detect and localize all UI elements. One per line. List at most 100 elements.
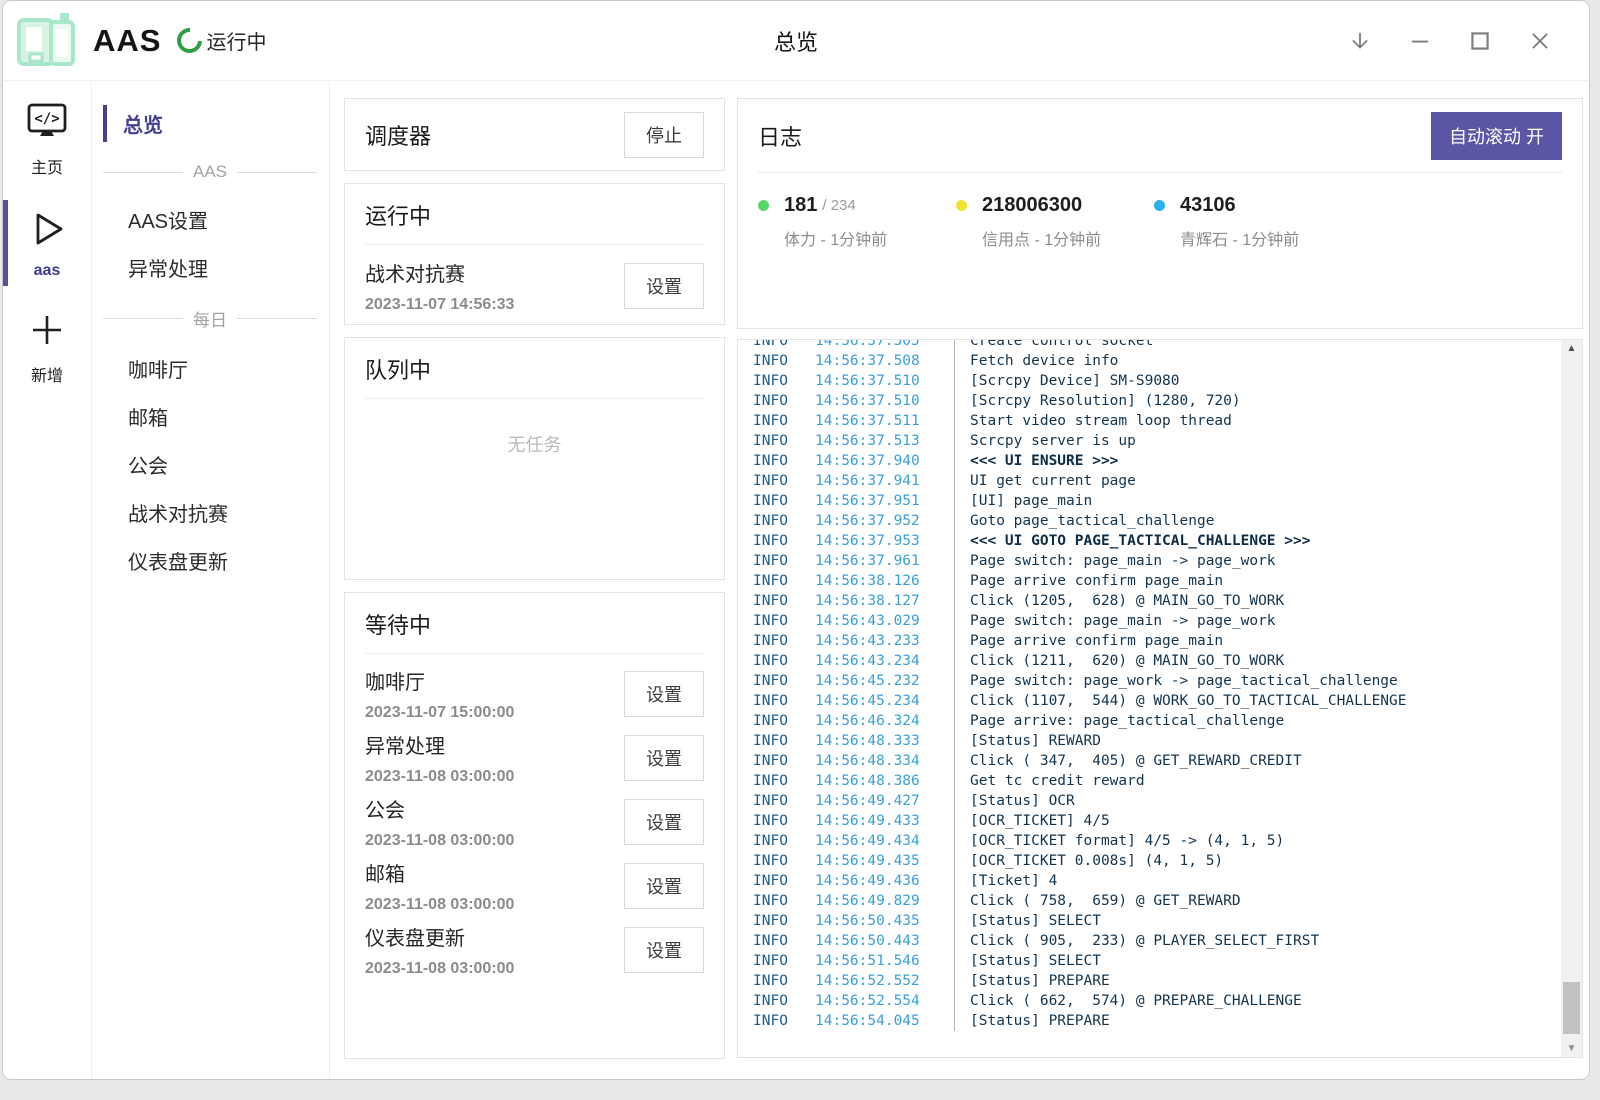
log-timestamp: 14:56:37.510 <box>815 391 941 411</box>
waiting-task-time: 2023-11-08 03:00:00 <box>365 832 514 850</box>
scroll-down-icon[interactable]: ▼ <box>1561 1043 1582 1054</box>
log-row: INFO14:56:50.435[Status] SELECT <box>753 911 1561 931</box>
scroll-up-icon[interactable]: ▲ <box>1561 343 1582 354</box>
queue-title: 队列中 <box>365 353 704 385</box>
log-timestamp: 14:56:37.505 <box>815 340 941 351</box>
log-scrollbar[interactable]: ▲ ▼ <box>1561 340 1582 1057</box>
log-message: [Status] PREPARE <box>954 971 1110 991</box>
log-row: INFO14:56:45.234Click (1107, 544) @ WORK… <box>753 691 1561 711</box>
waiting-settings-button[interactable]: 设置 <box>624 863 704 909</box>
log-lines: INFO14:56:37.505Create control socketINF… <box>738 340 1561 1031</box>
log-message: [Scrcpy Resolution] (1280, 720) <box>954 391 1241 411</box>
log-message: [OCR_TICKET] 4/5 <box>954 811 1110 831</box>
stat-dot-icon <box>1154 200 1165 211</box>
waiting-settings-button[interactable]: 设置 <box>624 735 704 781</box>
sidebar-item-cafe[interactable]: 咖啡厅 <box>93 345 329 392</box>
running-spinner-icon <box>172 23 207 58</box>
log-message: [Ticket] 4 <box>954 871 1057 891</box>
log-message: Create control socket <box>954 340 1153 351</box>
log-message: Click (1211, 620) @ MAIN_GO_TO_WORK <box>954 651 1284 671</box>
waiting-settings-button[interactable]: 设置 <box>624 927 704 973</box>
stat-gem: 43106 青辉石 - 1分钟前 <box>1154 194 1352 250</box>
close-icon[interactable] <box>1527 28 1553 54</box>
log-row: INFO14:56:37.513Scrcpy server is up <box>753 431 1561 451</box>
log-message: Click (1205, 628) @ MAIN_GO_TO_WORK <box>954 591 1284 611</box>
log-level: INFO <box>753 851 815 871</box>
waiting-settings-button[interactable]: 设置 <box>624 799 704 845</box>
waiting-task-row-dashboard-update: 仪表盘更新2023-11-08 03:00:00设置 <box>365 922 704 978</box>
log-column: 日志 自动滚动 开 181/ 234体力 - 1分钟前218006300信用点 … <box>737 98 1583 1058</box>
waiting-settings-button[interactable]: 设置 <box>624 671 704 717</box>
log-message: UI get current page <box>954 471 1136 491</box>
log-message: <<< UI GOTO PAGE_TACTICAL_CHALLENGE >>> <box>954 531 1310 551</box>
sidebar-item-label: 总览 <box>123 115 163 137</box>
nav-rail: </>主页aas新增 <box>3 82 92 1079</box>
rail-item-aas[interactable]: aas <box>3 196 91 290</box>
stat-dot-icon <box>758 200 769 211</box>
log-level: INFO <box>753 691 815 711</box>
log-message: Page arrive: page_tactical_challenge <box>954 711 1284 731</box>
log-level: INFO <box>753 911 815 931</box>
divider <box>758 172 1562 173</box>
scrollbar-thumb[interactable] <box>1563 982 1580 1034</box>
sidebar-item-guild[interactable]: 公会 <box>93 441 329 488</box>
log-level: INFO <box>753 751 815 771</box>
autoscroll-toggle-button[interactable]: 自动滚动 开 <box>1431 112 1562 160</box>
log-timestamp: 14:56:38.127 <box>815 591 941 611</box>
download-icon[interactable] <box>1347 28 1373 54</box>
log-timestamp: 14:56:37.952 <box>815 511 941 531</box>
sidebar-divider-daily-section: 每日 <box>103 306 317 331</box>
sidebar-item-exception-handling[interactable]: 异常处理 <box>93 244 329 291</box>
log-level: INFO <box>753 831 815 851</box>
sidebar-item-dashboard-update[interactable]: 仪表盘更新 <box>93 537 329 584</box>
log-message: Click (1107, 544) @ WORK_GO_TO_TACTICAL_… <box>954 691 1407 711</box>
waiting-task-info: 公会 2023-11-08 03:00:00 <box>365 794 514 850</box>
stat-label: 信用点 - 1分钟前 <box>982 226 1154 250</box>
stop-button[interactable]: 停止 <box>624 112 704 158</box>
log-message: [Status] SELECT <box>954 951 1101 971</box>
divider-label: 每日 <box>193 306 227 331</box>
sidebar-item-aas-settings[interactable]: AAS设置 <box>93 196 329 243</box>
stat-label: 体力 - 1分钟前 <box>784 226 956 250</box>
divider <box>365 653 704 654</box>
log-message: Page switch: page_work -> page_tactical_… <box>954 671 1398 691</box>
log-title: 日志 <box>758 120 802 152</box>
log-message: Click ( 758, 659) @ GET_REWARD <box>954 891 1241 911</box>
log-level: INFO <box>753 1011 815 1031</box>
log-level: INFO <box>753 731 815 751</box>
window-controls <box>1347 28 1579 54</box>
waiting-task-name: 咖啡厅 <box>365 666 514 695</box>
waiting-task-name: 异常处理 <box>365 730 514 759</box>
rail-item-add[interactable]: 新增 <box>3 298 91 396</box>
maximize-icon[interactable] <box>1467 28 1493 54</box>
log-row: INFO14:56:37.961Page switch: page_main -… <box>753 551 1561 571</box>
running-settings-button[interactable]: 设置 <box>624 263 704 309</box>
stat-label: 青辉石 - 1分钟前 <box>1180 226 1352 250</box>
log-message: Page arrive confirm page_main <box>954 571 1223 591</box>
sidebar-item-tactical-challenge[interactable]: 战术对抗赛 <box>93 489 329 536</box>
stat-value: 43106 <box>1180 194 1236 217</box>
log-message: [OCR_TICKET format] 4/5 -> (4, 1, 5) <box>954 831 1284 851</box>
rail-item-home[interactable]: </>主页 <box>3 90 91 188</box>
log-timestamp: 14:56:48.333 <box>815 731 941 751</box>
svg-text:</>: </> <box>34 111 59 127</box>
minimize-icon[interactable] <box>1407 28 1433 54</box>
log-viewport: INFO14:56:37.505Create control socketINF… <box>738 340 1561 1057</box>
log-level: INFO <box>753 991 815 1011</box>
log-level: INFO <box>753 340 815 351</box>
sidebar-item-label: 异常处理 <box>128 259 208 281</box>
sidebar-item-overview[interactable]: 总览 <box>93 100 329 147</box>
log-row: INFO14:56:54.045[Status] PREPARE <box>753 1011 1561 1031</box>
stat-top: 218006300 <box>956 194 1154 217</box>
log-timestamp: 14:56:52.552 <box>815 971 941 991</box>
log-timestamp: 14:56:38.126 <box>815 571 941 591</box>
log-level: INFO <box>753 971 815 991</box>
log-level: INFO <box>753 611 815 631</box>
waiting-task-name: 公会 <box>365 794 514 823</box>
log-message: Page switch: page_main -> page_work <box>954 551 1276 571</box>
log-timestamp: 14:56:37.951 <box>815 491 941 511</box>
log-timestamp: 14:56:37.510 <box>815 371 941 391</box>
queue-card: 队列中 无任务 <box>344 337 725 580</box>
log-timestamp: 14:56:49.436 <box>815 871 941 891</box>
sidebar-item-mailbox[interactable]: 邮箱 <box>93 393 329 440</box>
